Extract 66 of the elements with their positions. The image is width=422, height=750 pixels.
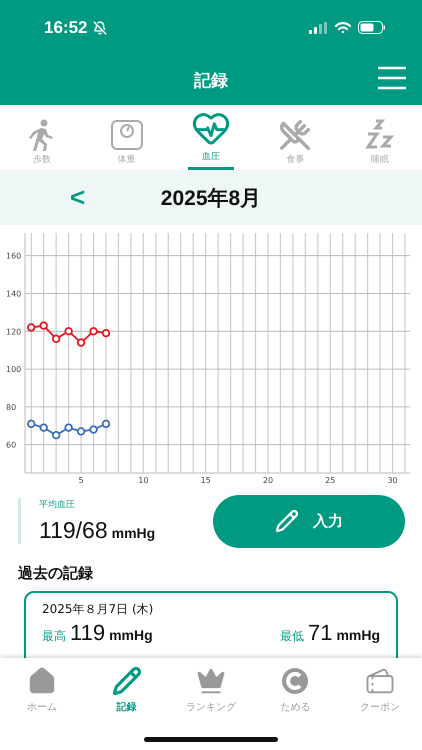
status-time: 16:52: [44, 18, 88, 38]
point: [89, 425, 98, 434]
utensils-icon: [279, 119, 312, 151]
average-label: 平均血圧: [39, 498, 76, 511]
tickets-icon: [364, 666, 395, 696]
y-tick-label: 120: [6, 327, 22, 336]
nav-tab[interactable]: 記録: [92, 666, 162, 714]
x-tick-label: 5: [78, 476, 84, 485]
x-tick-label: 15: [200, 476, 211, 485]
previous-month-button[interactable]: <: [70, 182, 86, 213]
point: [52, 431, 60, 440]
unit-label: mmHg: [109, 627, 153, 643]
scale-icon: [110, 119, 144, 151]
coin-icon: [280, 666, 310, 696]
pencil-icon: [275, 509, 299, 533]
nav-tab[interactable]: ホーム: [7, 666, 78, 714]
unit-label: mmHg: [112, 525, 156, 541]
point: [39, 321, 48, 330]
category-tab[interactable]: 食事: [265, 105, 326, 170]
section-title: 過去の記録: [17, 563, 94, 584]
point: [76, 338, 86, 347]
battery-icon: [358, 21, 386, 34]
y-tick-label: 60: [6, 440, 16, 450]
unit-label: mmHg: [336, 627, 380, 643]
category-tab[interactable]: 体重: [96, 105, 157, 170]
point: [102, 420, 110, 428]
y-tick-label: 140: [6, 289, 22, 298]
input-button[interactable]: 入力: [213, 494, 405, 548]
crown-icon: [196, 666, 226, 696]
nav-tab[interactable]: クーポン: [344, 666, 415, 714]
month-title: 2025年8月: [160, 186, 262, 212]
low-value: 71: [308, 620, 332, 646]
walking-person-icon: [29, 119, 56, 151]
category-tab[interactable]: 血圧: [180, 105, 241, 170]
x-tick-label: 10: [138, 476, 148, 485]
category-tab[interactable]: 歩数: [12, 105, 72, 170]
x-tick-label: 30: [387, 476, 398, 485]
nav-tab[interactable]: ためる: [260, 666, 330, 714]
high-value: 119: [70, 620, 106, 646]
average-value: 119/68: [39, 517, 108, 544]
menu-icon[interactable]: [378, 66, 406, 90]
x-tick-label: 25: [325, 476, 336, 485]
y-tick-label: 160: [6, 252, 22, 261]
point: [102, 328, 110, 338]
point: [52, 334, 60, 344]
bell-off-icon: [93, 20, 108, 34]
point: [64, 327, 73, 336]
signal-icon: [309, 22, 328, 34]
point: [39, 423, 48, 432]
low-label: 最低: [280, 628, 304, 645]
point: [76, 427, 86, 436]
point: [64, 423, 73, 432]
y-tick-label: 100: [6, 365, 22, 374]
point: [27, 323, 36, 332]
category-tab[interactable]: 睡眠: [350, 105, 410, 170]
header-title: 記録: [194, 70, 228, 92]
record-date: 2025年８月7日 (木): [42, 601, 154, 618]
x-tick-label: 20: [262, 476, 274, 485]
wifi-icon: [334, 21, 352, 34]
nav-tab[interactable]: ランキング: [176, 666, 246, 714]
point: [89, 327, 98, 336]
pencil-icon: [112, 666, 142, 696]
y-tick-label: 80: [6, 402, 16, 412]
point: [27, 420, 36, 428]
high-label: 最高: [42, 628, 66, 645]
sleep-icon: [364, 119, 395, 151]
